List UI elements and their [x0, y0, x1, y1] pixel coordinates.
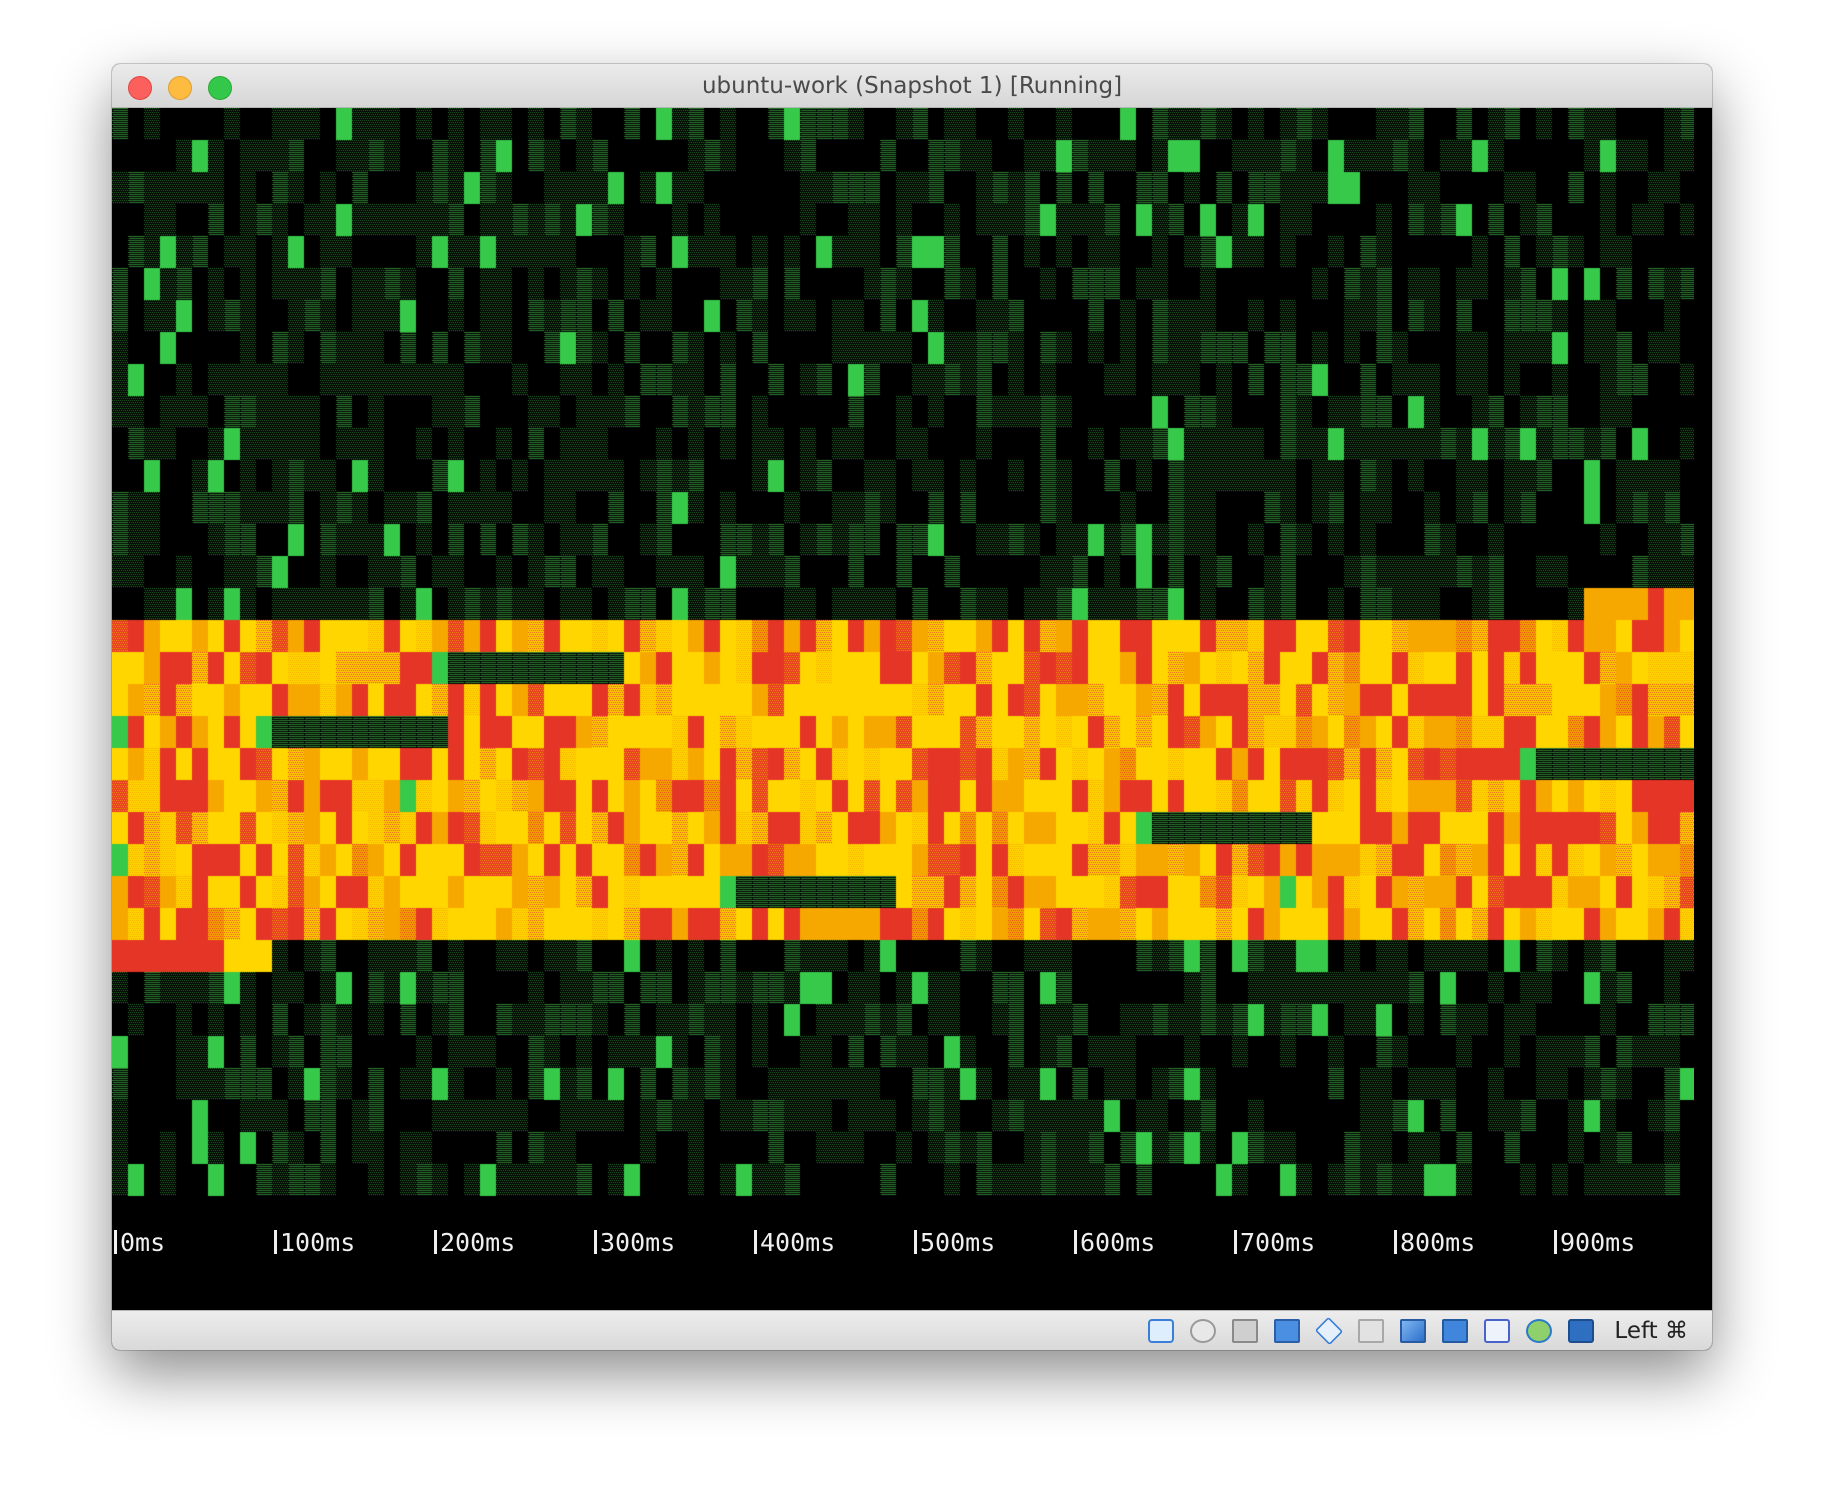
- axis-tick-label: 0ms: [114, 1226, 165, 1260]
- display-icon[interactable]: [1400, 1319, 1426, 1343]
- cpu-virtualization-icon[interactable]: [1484, 1319, 1510, 1343]
- axis-tick-label: 400ms: [754, 1226, 835, 1260]
- axis-tick-label: 900ms: [1554, 1226, 1635, 1260]
- shared-folders-icon[interactable]: [1358, 1319, 1384, 1343]
- vm-window: ubuntu-work (Snapshot 1) [Running] 0ms 10…: [112, 64, 1712, 1350]
- vm-screen[interactable]: 0ms 100ms 200ms 300ms 400ms 500ms 600ms 700ms 80…: [112, 108, 1712, 1310]
- network-icon[interactable]: [1274, 1319, 1300, 1343]
- mouse-integration-icon[interactable]: [1526, 1319, 1552, 1343]
- axis-tick-label: 300ms: [594, 1226, 675, 1260]
- title-bar[interactable]: ubuntu-work (Snapshot 1) [Running]: [112, 64, 1712, 108]
- axis-tick-label: 600ms: [1074, 1226, 1155, 1260]
- host-key-label: Left ⌘: [1614, 1318, 1688, 1344]
- axis-tick-label: 200ms: [434, 1226, 515, 1260]
- usb-icon[interactable]: [1314, 1316, 1344, 1346]
- latency-heatmap: [112, 108, 1694, 1218]
- status-bar: Left ⌘: [112, 1310, 1712, 1350]
- axis-tick-label: 500ms: [914, 1226, 995, 1260]
- audio-icon[interactable]: [1232, 1319, 1258, 1343]
- axis-tick-label: 800ms: [1394, 1226, 1475, 1260]
- axis-tick-label: 700ms: [1234, 1226, 1315, 1260]
- video-capture-icon[interactable]: [1442, 1319, 1468, 1343]
- hard-disk-icon[interactable]: [1148, 1319, 1174, 1343]
- window-title: ubuntu-work (Snapshot 1) [Running]: [701, 73, 1123, 99]
- keyboard-capture-icon[interactable]: [1568, 1319, 1594, 1343]
- optical-drive-icon[interactable]: [1190, 1319, 1216, 1343]
- axis-tick-label: 100ms: [274, 1226, 355, 1260]
